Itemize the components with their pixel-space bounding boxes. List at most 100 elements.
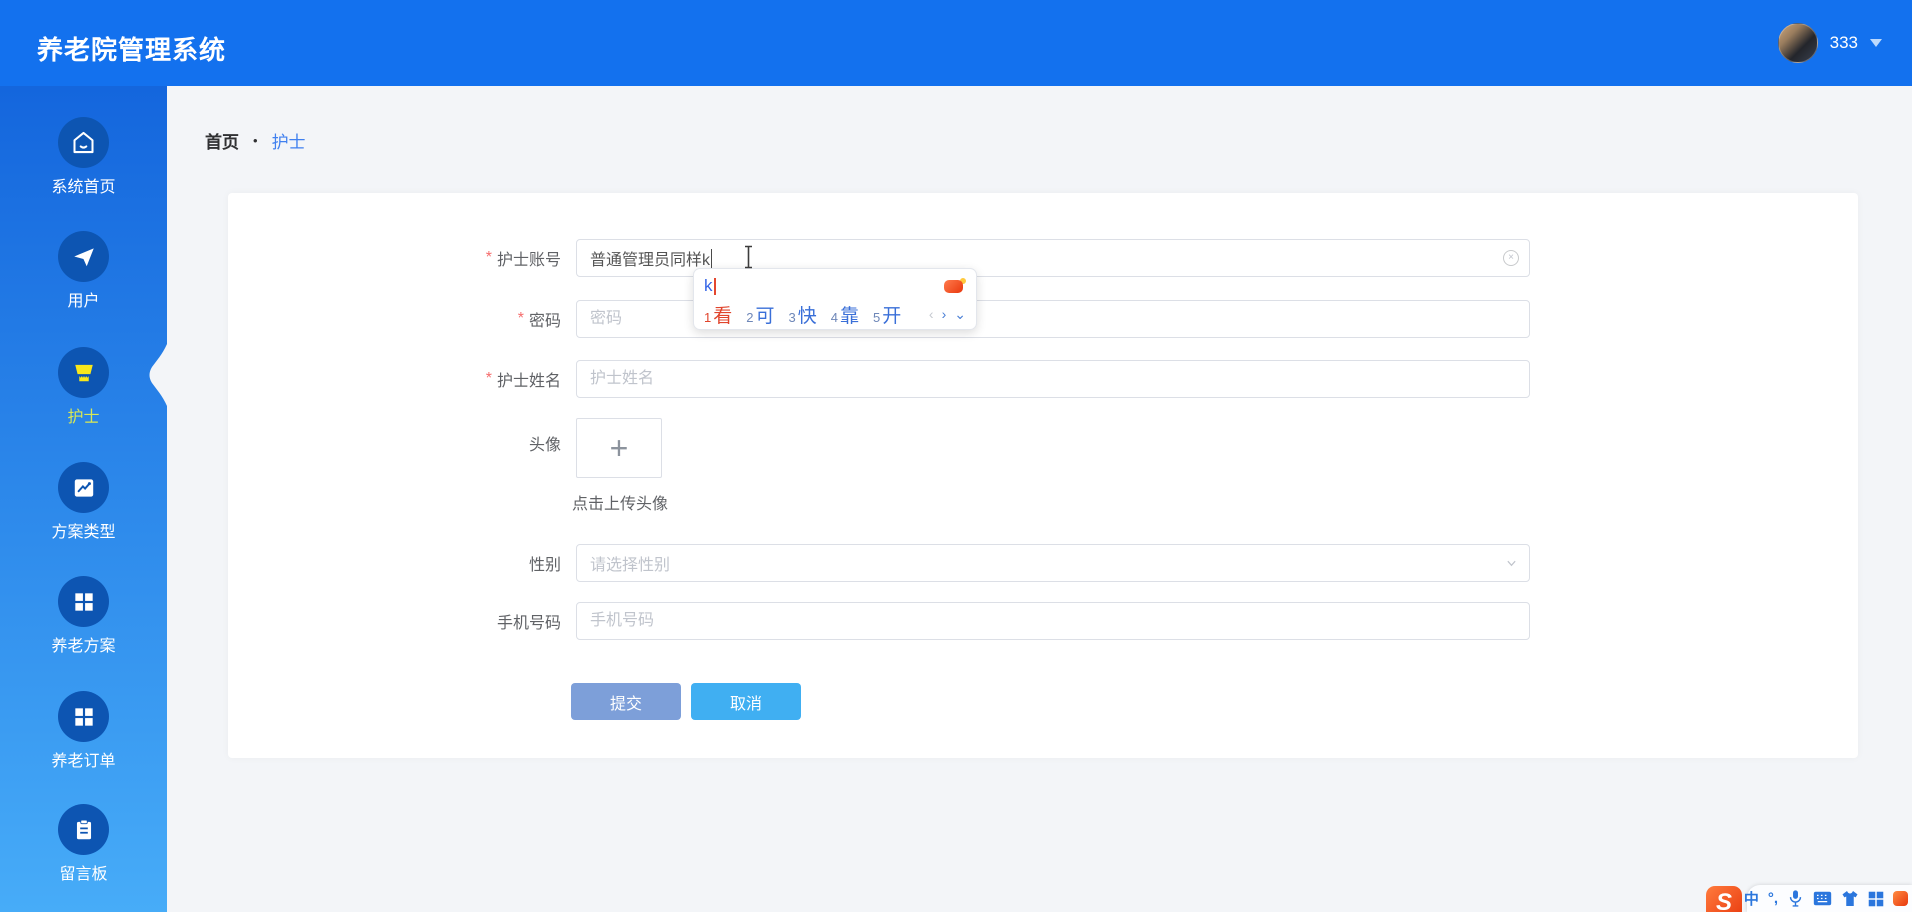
ime-candidate[interactable]: 5 开	[873, 301, 901, 328]
gender-label-text: 性别	[528, 557, 561, 574]
name-label: * 护士姓名	[228, 367, 561, 391]
active-item-notch	[149, 344, 167, 406]
candidate-index: 2	[746, 309, 754, 325]
home-icon	[58, 117, 109, 168]
form-row-account: * 护士账号 普通管理员同样k ×	[228, 239, 1858, 277]
candidate-text: 开	[882, 305, 902, 327]
avatar-upload-box[interactable]: +	[576, 418, 662, 478]
shop-icon	[58, 347, 109, 398]
form-row-gender: 性别 请选择性别	[228, 544, 1858, 582]
required-marker: *	[485, 370, 492, 387]
sidebar-item-message-board[interactable]: 留言板	[0, 804, 167, 885]
ime-extra-icon[interactable]	[1893, 891, 1908, 906]
ime-candidate[interactable]: 3 快	[789, 301, 817, 328]
gender-select[interactable]: 请选择性别	[576, 544, 1530, 582]
chevron-down-icon	[1870, 39, 1882, 47]
sidebar-item-care-order[interactable]: 养老订单	[0, 691, 167, 772]
cancel-button[interactable]: 取消	[691, 683, 801, 720]
sidebar-item-nurse[interactable]: 护士	[0, 347, 167, 428]
avatar-upload-hint: 点击上传头像	[572, 496, 669, 513]
top-header: 养老院管理系统 333	[0, 0, 1912, 86]
sogou-logo-icon[interactable]: S	[1706, 886, 1742, 912]
breadcrumb-separator: •	[253, 133, 258, 148]
clear-input-icon[interactable]: ×	[1503, 250, 1519, 266]
phone-input[interactable]	[576, 602, 1530, 640]
gender-select-placeholder: 请选择性别	[590, 557, 671, 574]
ime-candidate[interactable]: 2 可	[746, 301, 774, 328]
ime-candidate[interactable]: 1 看	[704, 301, 732, 328]
sogou-emblem-icon	[944, 278, 966, 294]
breadcrumb-current[interactable]: 护士	[272, 128, 306, 153]
sidebar-item-label: 养老订单	[51, 753, 116, 770]
candidate-text: 可	[755, 305, 775, 327]
account-input-value: 普通管理员同样k	[590, 252, 711, 269]
candidate-text: 靠	[839, 305, 859, 327]
keyboard-icon[interactable]	[1813, 891, 1832, 906]
ime-caret	[713, 277, 716, 295]
form-row-password: * 密码	[228, 300, 1858, 338]
ibeam-cursor	[745, 245, 752, 269]
ime-composition-row: k	[704, 273, 966, 299]
avatar-label-text: 头像	[528, 437, 561, 454]
sidebar-item-label: 留言板	[59, 866, 108, 883]
toolbox-grid-icon[interactable]	[1868, 891, 1884, 907]
avatar-label: 头像	[228, 431, 561, 455]
form-row-name: * 护士姓名	[228, 360, 1858, 398]
ime-nav: ‹ › ⌄	[929, 307, 966, 321]
text-caret	[711, 248, 713, 268]
candidate-text: 看	[713, 305, 733, 327]
username-label: 333	[1829, 33, 1858, 52]
breadcrumb-home[interactable]: 首页	[205, 128, 239, 153]
grid-icon	[58, 576, 109, 627]
user-avatar[interactable]	[1777, 23, 1818, 63]
password-label-text: 密码	[528, 313, 561, 330]
candidate-text: 快	[797, 305, 817, 327]
phone-label: 手机号码	[228, 609, 561, 633]
ime-lang-toggle[interactable]: 中	[1744, 888, 1759, 909]
sidebar-item-label: 用户	[67, 293, 100, 310]
candidate-index: 5	[873, 309, 881, 325]
ime-candidate-row: 1 看 2 可 3 快 4 靠 5 开 ‹ › ⌄	[704, 299, 966, 329]
chevron-down-icon	[1507, 560, 1516, 567]
nurse-form-card: * 护士账号 普通管理员同样k × * 密码 密码 * 护士姓名 护士姓名 头像…	[228, 193, 1858, 758]
clipboard-icon	[58, 804, 109, 855]
app-title: 养老院管理系统	[37, 35, 227, 65]
candidate-index: 4	[830, 309, 838, 325]
grid-icon	[58, 691, 109, 742]
candidate-index: 1	[704, 309, 712, 325]
sidebar-item-label: 系统首页	[51, 179, 116, 196]
user-menu[interactable]: 333	[1777, 0, 1882, 86]
form-row-phone: 手机号码	[228, 602, 1858, 640]
microphone-icon[interactable]	[1787, 889, 1804, 908]
sidebar-item-users[interactable]: 用户	[0, 231, 167, 312]
app-window: 养老院管理系统 333 系统首页 用户 护士 方案类型 养老方案 养老订单 留言…	[0, 0, 1912, 912]
name-input[interactable]	[576, 360, 1530, 398]
sidebar-nav: 系统首页 用户 护士 方案类型 养老方案 养老订单 留言板	[0, 86, 167, 912]
sidebar-item-label: 护士	[67, 409, 100, 426]
sidebar-item-label: 方案类型	[51, 524, 116, 541]
sidebar-item-care-plan[interactable]: 养老方案	[0, 576, 167, 657]
gender-label: 性别	[228, 551, 561, 575]
prev-page-icon[interactable]: ‹	[929, 307, 934, 321]
chart-icon	[58, 462, 109, 513]
sidebar-item-home[interactable]: 系统首页	[0, 117, 167, 198]
phone-label-text: 手机号码	[496, 615, 561, 632]
sidebar-item-label: 养老方案	[51, 638, 116, 655]
expand-icon[interactable]: ⌄	[954, 307, 966, 321]
main-content: 首页 • 护士 * 护士账号 普通管理员同样k × * 密码 密码 * 护士姓名…	[167, 86, 1912, 912]
next-page-icon[interactable]: ›	[942, 307, 947, 321]
required-marker: *	[517, 310, 524, 327]
breadcrumb: 首页 • 护士	[205, 128, 306, 153]
account-label-text: 护士账号	[496, 252, 561, 269]
candidate-index: 3	[788, 309, 796, 325]
skin-shirt-icon[interactable]	[1841, 890, 1859, 907]
sidebar-item-plan-type[interactable]: 方案类型	[0, 462, 167, 543]
paper-plane-icon	[58, 231, 109, 282]
ime-composition-text: k	[704, 276, 713, 295]
plus-icon: +	[609, 430, 629, 466]
ime-candidate[interactable]: 4 靠	[831, 301, 859, 328]
account-label: * 护士账号	[228, 246, 561, 270]
form-row-avatar: 头像	[228, 431, 1858, 455]
submit-button[interactable]: 提交	[571, 683, 681, 720]
ime-punct-toggle[interactable]: °,	[1768, 890, 1778, 907]
